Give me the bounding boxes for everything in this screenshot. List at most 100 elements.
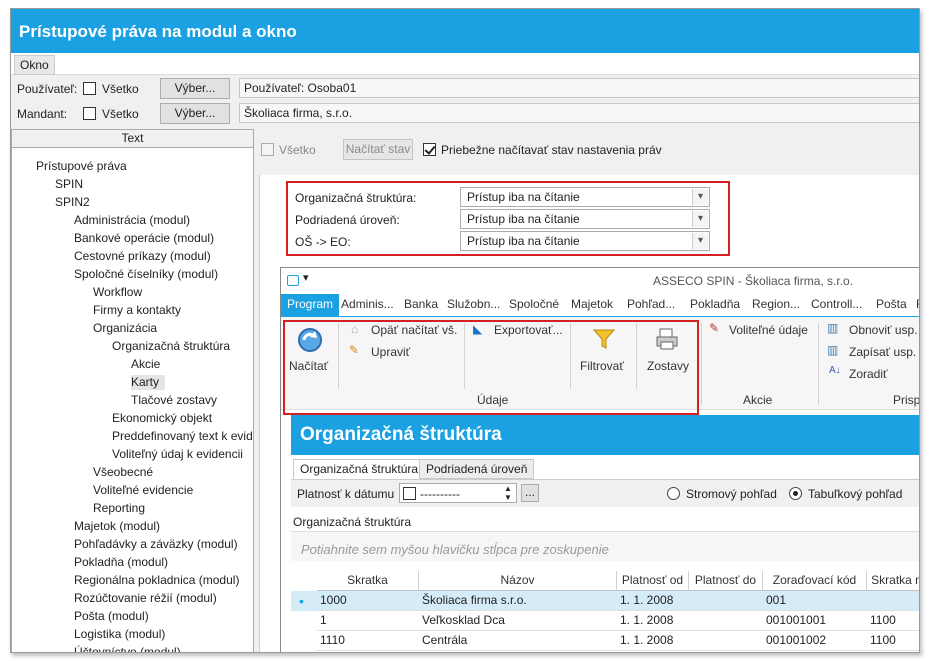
tree-node[interactable]: Majetok (modul) [74,519,160,534]
app-preview: ▾ ASSECO SPIN - Školiaca firma, s.r.o. P… [280,267,919,652]
tree-node[interactable]: Logistika (modul) [74,627,165,642]
sort-az-icon[interactable]: A↓ [829,365,841,376]
perm-select-oseo[interactable]: Prístup iba na čítanie ▾ [460,231,710,251]
date-checkbox[interactable] [403,487,416,500]
tree-node[interactable]: Firmy a kontakty [93,303,181,318]
tree-node[interactable]: Účtovníctvo (modul) [74,645,181,652]
auto-load-checkbox[interactable] [423,143,436,156]
table-cell: 001 [763,591,867,611]
pencil-icon[interactable]: ✎ [709,321,719,335]
all-checkbox[interactable] [261,143,274,156]
chevron-down-icon[interactable]: ▾ [692,211,708,227]
columns-icon[interactable]: ▥ [827,343,838,357]
tree-node[interactable]: Pošta (modul) [74,609,149,624]
table-cell: 1000 [317,591,419,611]
filter-bar: Platnosť k dátumu ---------- ▲ ▼ ... Stro… [291,479,919,507]
mandant-all-checkbox[interactable] [83,107,96,120]
tree-node[interactable]: Preddefinovaný text k evidencii [112,429,253,444]
tree-node[interactable]: Organizačná štruktúra [112,339,230,354]
tab-banka[interactable]: Banka [404,297,438,311]
tree-node[interactable]: Karty [131,375,166,390]
tab-fa[interactable]: Fa [916,297,919,311]
spin-icon[interactable]: ▲ ▼ [504,484,512,502]
tab-posta[interactable]: Pošta [876,297,907,311]
group-panel[interactable]: Potiahnite sem myšou hlavičku stĺpca pre… [291,531,919,561]
tree-view-radio[interactable] [667,487,680,500]
table-cell [689,611,763,631]
rights-tree[interactable]: Text Prístupové práva SPIN SPIN2 Administrá… [11,129,254,652]
tree-node[interactable]: Cestovné príkazy (modul) [74,249,211,264]
ribbon-separator [818,323,819,405]
tree-node[interactable]: Akcie [131,357,160,372]
tab-adminis[interactable]: Adminis... [341,297,394,311]
tab-sluzobn[interactable]: Služobn... [447,297,500,311]
table-row[interactable]: 1110 Centrála 1. 1. 2008 001001002 1100 [291,631,919,651]
tab-region[interactable]: Region... [752,297,800,311]
optional-data-button[interactable]: Voliteľné údaje [729,323,808,337]
table-view-radio[interactable] [789,487,802,500]
tree-node[interactable]: Organizácia [93,321,157,336]
tree-header[interactable]: Text [12,130,253,148]
tree-node[interactable]: Pohľadávky a záväzky (modul) [74,537,238,552]
date-input[interactable]: ---------- ▲ ▼ [399,483,517,503]
user-select-button[interactable]: Výber... [160,78,230,99]
tree-node[interactable]: Workflow [93,285,142,300]
tree-node[interactable]: SPIN [55,177,83,192]
tab-majetok[interactable]: Majetok [571,297,613,311]
tree-node[interactable]: Prístupové práva [36,159,127,174]
tree-node[interactable]: Všeobecné [93,465,153,480]
write-layout-button[interactable]: Zapísať usp. [849,345,916,359]
quick-access-bar: ▾ ASSECO SPIN - Školiaca firma, s.r.o. [281,268,919,294]
column-header[interactable]: Názov [419,571,617,591]
perm-select-org-value: Prístup iba na čítanie [467,190,580,204]
chevron-down-icon[interactable]: ▾ [692,189,708,205]
tree-node[interactable]: Spoločné číselníky (modul) [74,267,218,282]
tree-node[interactable]: SPIN2 [55,195,90,210]
tab-sub-level[interactable]: Podriadená úroveň [419,459,535,479]
tree-node[interactable]: Pokladňa (modul) [74,555,168,570]
permission-box: Organizačná štruktúra: Prístup iba na čí… [286,181,730,256]
tab-pokladna[interactable]: Pokladňa [690,297,740,311]
columns-icon[interactable]: ▥ [827,321,838,335]
date-picker-button[interactable]: ... [521,484,539,502]
tab-org-structure[interactable]: Organizačná štruktúra [293,459,426,479]
tree-node[interactable]: Administrácia (modul) [74,213,190,228]
menu-okno[interactable]: Okno [14,55,55,75]
refresh-layout-button[interactable]: Obnoviť usp. [849,323,918,337]
table-row[interactable]: • 1000 Školiaca firma s.r.o. 1. 1. 2008 001 [291,591,919,611]
load-state-button[interactable]: Načítať stav [343,139,413,160]
column-header[interactable]: Skratka n [867,571,919,591]
tree-node[interactable]: Voliteľné evidencie [93,483,193,498]
tab-controll[interactable]: Controll... [811,297,862,311]
column-header[interactable]: Platnosť do [689,571,763,591]
tab-spolocne[interactable]: Spoločné [509,297,559,311]
table-row[interactable]: 1 Veľkosklad Dca 1. 1. 2008 001001001 1100 [291,611,919,631]
user-all-checkbox[interactable] [83,82,96,95]
title-bar: Prístupové práva na modul a okno [11,9,919,53]
tree-node[interactable]: Voliteľný údaj k evidencii [112,447,243,462]
main-window: Prístupové práva na modul a okno Okno Po… [10,8,920,653]
table-cell [867,591,919,611]
sort-button[interactable]: Zoradiť [849,367,888,381]
tree-node[interactable]: Regionálna pokladnica (modul) [74,573,239,588]
perm-select-org[interactable]: Prístup iba na čítanie ▾ [460,187,710,207]
tree-node[interactable]: Rozúčtovanie réžií (modul) [74,591,217,606]
tree-node[interactable]: Tlačové zostavy [131,393,217,408]
chevron-down-icon[interactable]: ▾ [692,233,708,249]
tab-program[interactable]: Program [281,294,340,316]
tree-node[interactable]: Bankové operácie (modul) [74,231,214,246]
qat-menu-icon[interactable]: ▾ [303,271,309,284]
tree-node[interactable]: Reporting [93,501,145,516]
mandant-select-button[interactable]: Výber... [160,103,230,124]
column-header[interactable]: Platnosť od [617,571,689,591]
date-value: ---------- [420,487,460,501]
org-structure-window: Organizačná štruktúra Organizačná štrukt… [291,415,919,652]
column-header[interactable]: Skratka [317,571,419,591]
column-header[interactable]: Zoraďovací kód [763,571,867,591]
table-cell: Školiaca firma s.r.o. [419,591,617,611]
tree-node[interactable]: Ekonomický objekt [112,411,212,426]
perm-select-sub-value: Prístup iba na čítanie [467,212,580,226]
perm-select-sub[interactable]: Prístup iba na čítanie ▾ [460,209,710,229]
tab-pohlad[interactable]: Pohľad... [627,297,675,311]
mandant-all-label: Všetko [102,107,139,121]
